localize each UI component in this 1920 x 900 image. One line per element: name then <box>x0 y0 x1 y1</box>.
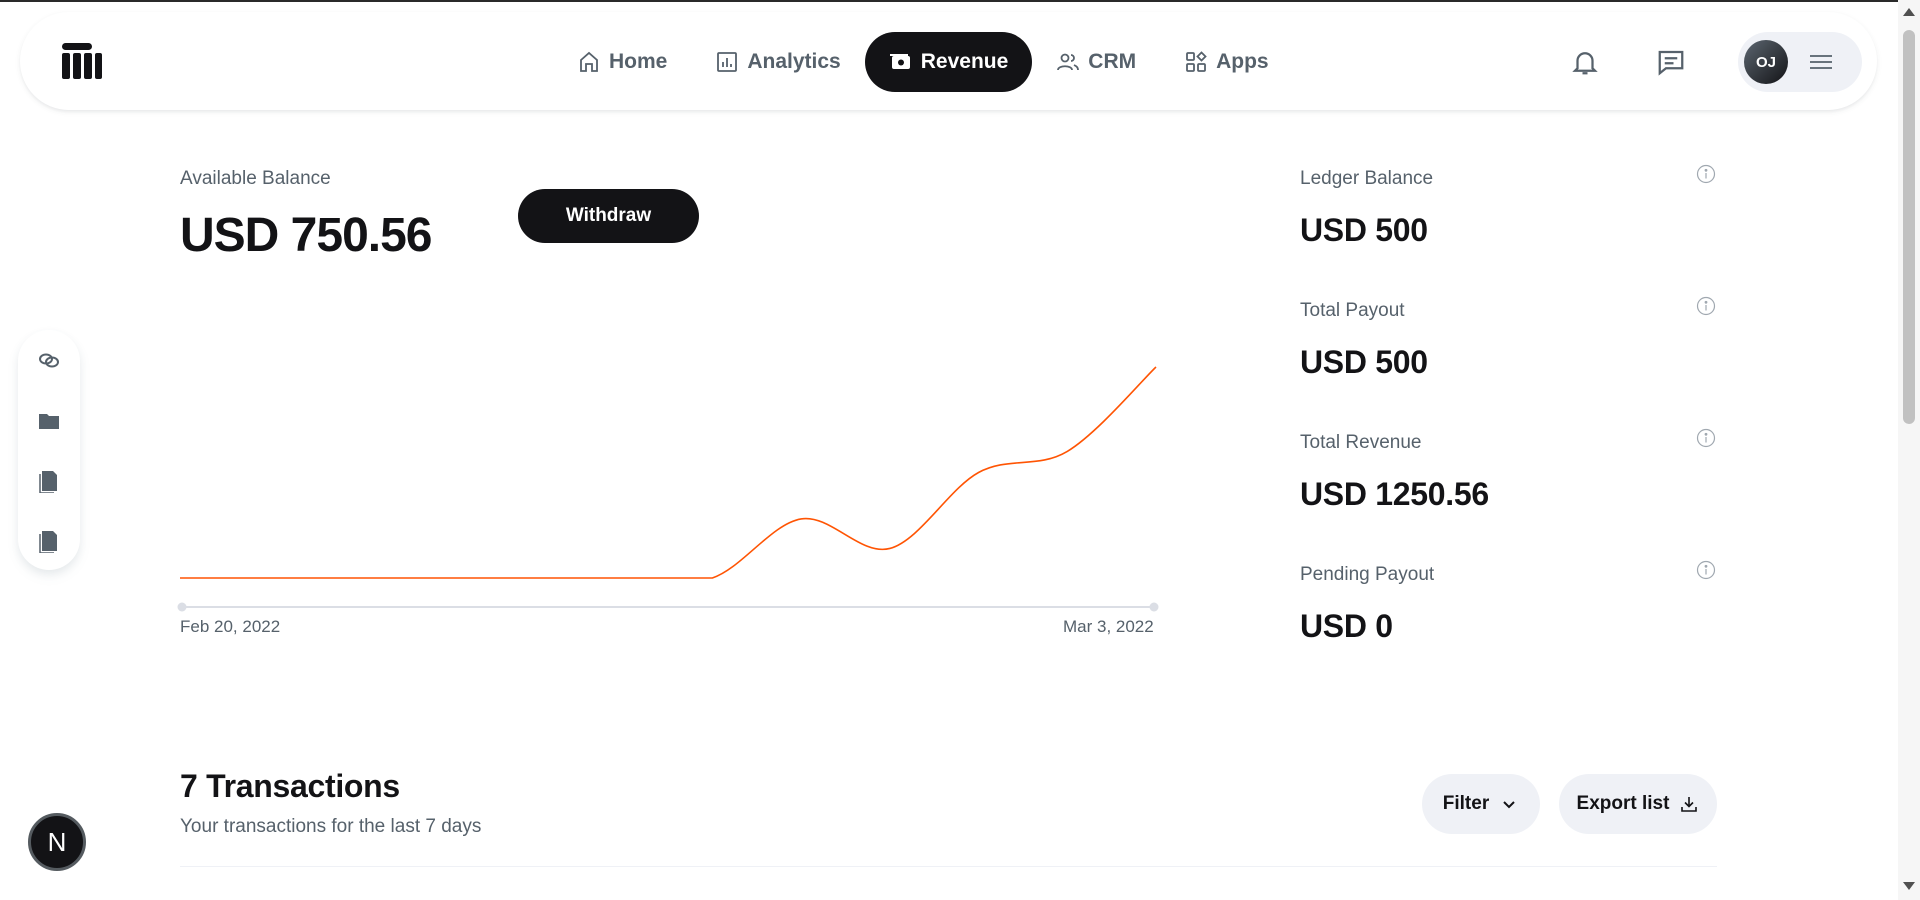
available-balance-value: USD 750.56 <box>180 209 432 262</box>
nav-home-label: Home <box>609 50 668 73</box>
transactions-divider <box>180 866 1717 867</box>
chart-axis-start-dot <box>177 602 187 612</box>
chart-axis-end-dot <box>1149 602 1159 612</box>
nav-crm-label: CRM <box>1088 50 1137 73</box>
chat-icon[interactable] <box>1656 47 1686 77</box>
main-nav: Home Analytics Revenue CRM Apps <box>553 32 1293 92</box>
nav-apps-label: Apps <box>1216 50 1269 73</box>
filter-button-label: Filter <box>1442 793 1490 814</box>
stat-label: Total Payout <box>1300 300 1405 321</box>
stat-label: Pending Payout <box>1300 564 1435 585</box>
transactions-subtitle: Your transactions for the last 7 days <box>180 816 482 837</box>
stat-pending-payout: Pending Payout USD 0 <box>1300 560 1720 645</box>
nav-revenue-label: Revenue <box>920 50 1009 73</box>
user-menu[interactable]: OJ <box>1738 32 1862 92</box>
available-balance-label: Available Balance <box>180 168 331 189</box>
download-icon <box>1681 797 1698 812</box>
stat-total-payout: Total Payout USD 500 <box>1300 296 1720 381</box>
scroll-thumb[interactable] <box>1903 30 1915 424</box>
folder-icon[interactable] <box>37 409 61 433</box>
stat-value: USD 1250.56 <box>1300 476 1489 512</box>
revenue-icon <box>889 54 910 69</box>
nav-apps[interactable]: Apps <box>1160 32 1293 92</box>
app-shortcuts-toolbar <box>18 330 80 570</box>
info-icon[interactable] <box>1696 164 1716 184</box>
bell-icon[interactable] <box>1570 47 1600 77</box>
revenue-series-line <box>179 366 1157 579</box>
info-icon[interactable] <box>1696 428 1716 448</box>
stat-ledger-balance: Ledger Balance USD 500 <box>1300 164 1720 249</box>
info-icon[interactable] <box>1696 560 1716 580</box>
chart-start-date: Feb 20, 2022 <box>180 617 281 636</box>
document-icon[interactable] <box>37 529 61 553</box>
stat-value: USD 500 <box>1300 212 1428 248</box>
avatar[interactable]: OJ <box>1744 40 1788 84</box>
apps-icon <box>1186 51 1207 72</box>
chevron-down-icon <box>1503 801 1515 809</box>
nav-home[interactable]: Home <box>553 32 691 92</box>
stat-value: USD 0 <box>1300 608 1393 644</box>
nav-analytics[interactable]: Analytics <box>691 32 864 92</box>
filter-button[interactable]: Filter <box>1422 774 1540 834</box>
scroll-down-arrow-icon[interactable] <box>1903 882 1915 890</box>
stat-total-revenue: Total Revenue USD 1250.56 <box>1300 428 1720 513</box>
link-icon[interactable] <box>37 348 61 372</box>
nav-revenue[interactable]: Revenue <box>864 32 1033 92</box>
export-list-button[interactable]: Export list <box>1559 774 1717 834</box>
stat-label: Total Revenue <box>1300 432 1422 453</box>
top-navigation-bar: Home Analytics Revenue CRM Apps OJ <box>20 12 1877 110</box>
page-scrollbar[interactable] <box>1898 0 1920 900</box>
info-icon[interactable] <box>1696 296 1716 316</box>
stat-value: USD 500 <box>1300 344 1428 380</box>
nav-analytics-label: Analytics <box>747 50 841 73</box>
menu-icon[interactable] <box>1808 50 1834 74</box>
nav-crm[interactable]: CRM <box>1032 32 1160 92</box>
scroll-up-arrow-icon[interactable] <box>1903 8 1915 16</box>
chart-end-date: Mar 3, 2022 <box>1063 617 1154 636</box>
home-icon <box>580 51 598 72</box>
next-dev-badge[interactable]: N <box>28 813 86 871</box>
revenue-line-chart <box>177 366 1159 612</box>
stat-label: Ledger Balance <box>1300 168 1434 189</box>
document-icon[interactable] <box>37 469 61 493</box>
window-top-border <box>0 0 1920 2</box>
withdraw-button[interactable]: Withdraw <box>518 189 699 243</box>
transactions-title: 7 Transactions <box>180 768 400 804</box>
users-icon <box>1057 53 1080 71</box>
analytics-icon <box>717 52 738 72</box>
brand-logo-icon[interactable] <box>62 41 102 81</box>
export-list-button-label: Export list <box>1576 793 1670 814</box>
